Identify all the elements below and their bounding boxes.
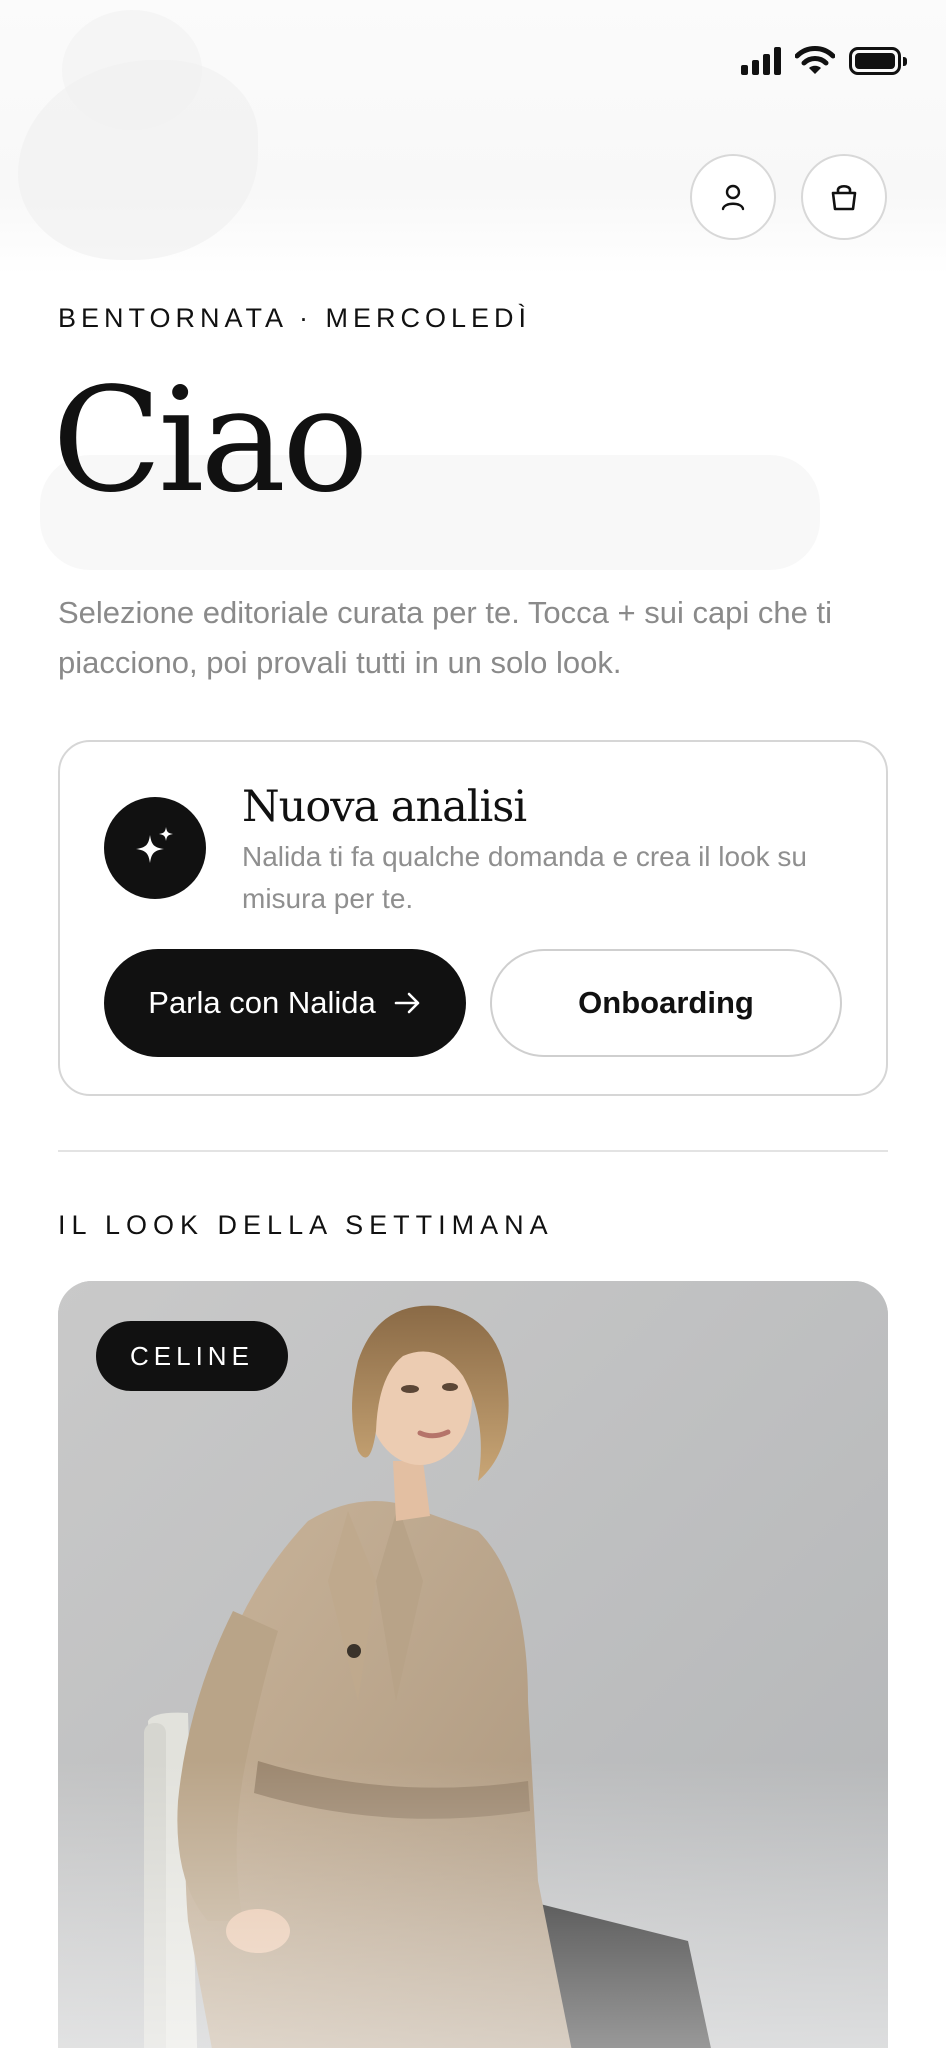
wifi-icon xyxy=(795,46,835,74)
page-title: Ciao xyxy=(52,356,369,524)
intro-text: Selezione editoriale curata per te. Tocc… xyxy=(58,595,833,680)
talk-to-nalida-button[interactable]: Parla con Nalida xyxy=(104,949,466,1057)
cellular-signal-icon xyxy=(741,47,781,75)
button-label: Onboarding xyxy=(578,985,754,1020)
battery-icon xyxy=(849,47,907,75)
shopping-bag-icon xyxy=(831,184,857,211)
onboarding-button[interactable]: Onboarding xyxy=(490,949,842,1057)
person-icon xyxy=(721,184,745,211)
card-description: Nalida ti fa qualche domanda e crea il l… xyxy=(242,841,808,914)
greeting-kicker: BENTORNATA · MERCOLEDÌ xyxy=(58,303,532,333)
app-screen: BENTORNATA · MERCOLEDÌ Ciao Selezione ed… xyxy=(0,0,946,2048)
sparkles-icon xyxy=(104,797,206,899)
weekly-look-card[interactable]: CELINE xyxy=(58,1281,888,2048)
status-bar xyxy=(741,44,907,78)
card-title: Nuova analisi xyxy=(242,782,527,832)
profile-button[interactable] xyxy=(690,154,776,240)
look-photo xyxy=(58,1281,888,2048)
brand-badge: CELINE xyxy=(96,1321,288,1391)
new-analysis-card: Nuova analisi Nalida ti fa qualche doman… xyxy=(58,740,888,1096)
section-divider xyxy=(58,1150,888,1152)
button-label: Parla con Nalida xyxy=(148,985,376,1020)
arrow-right-icon xyxy=(394,992,420,1014)
section-title: IL LOOK DELLA SETTIMANA xyxy=(58,1210,554,1240)
cart-button[interactable] xyxy=(801,154,887,240)
